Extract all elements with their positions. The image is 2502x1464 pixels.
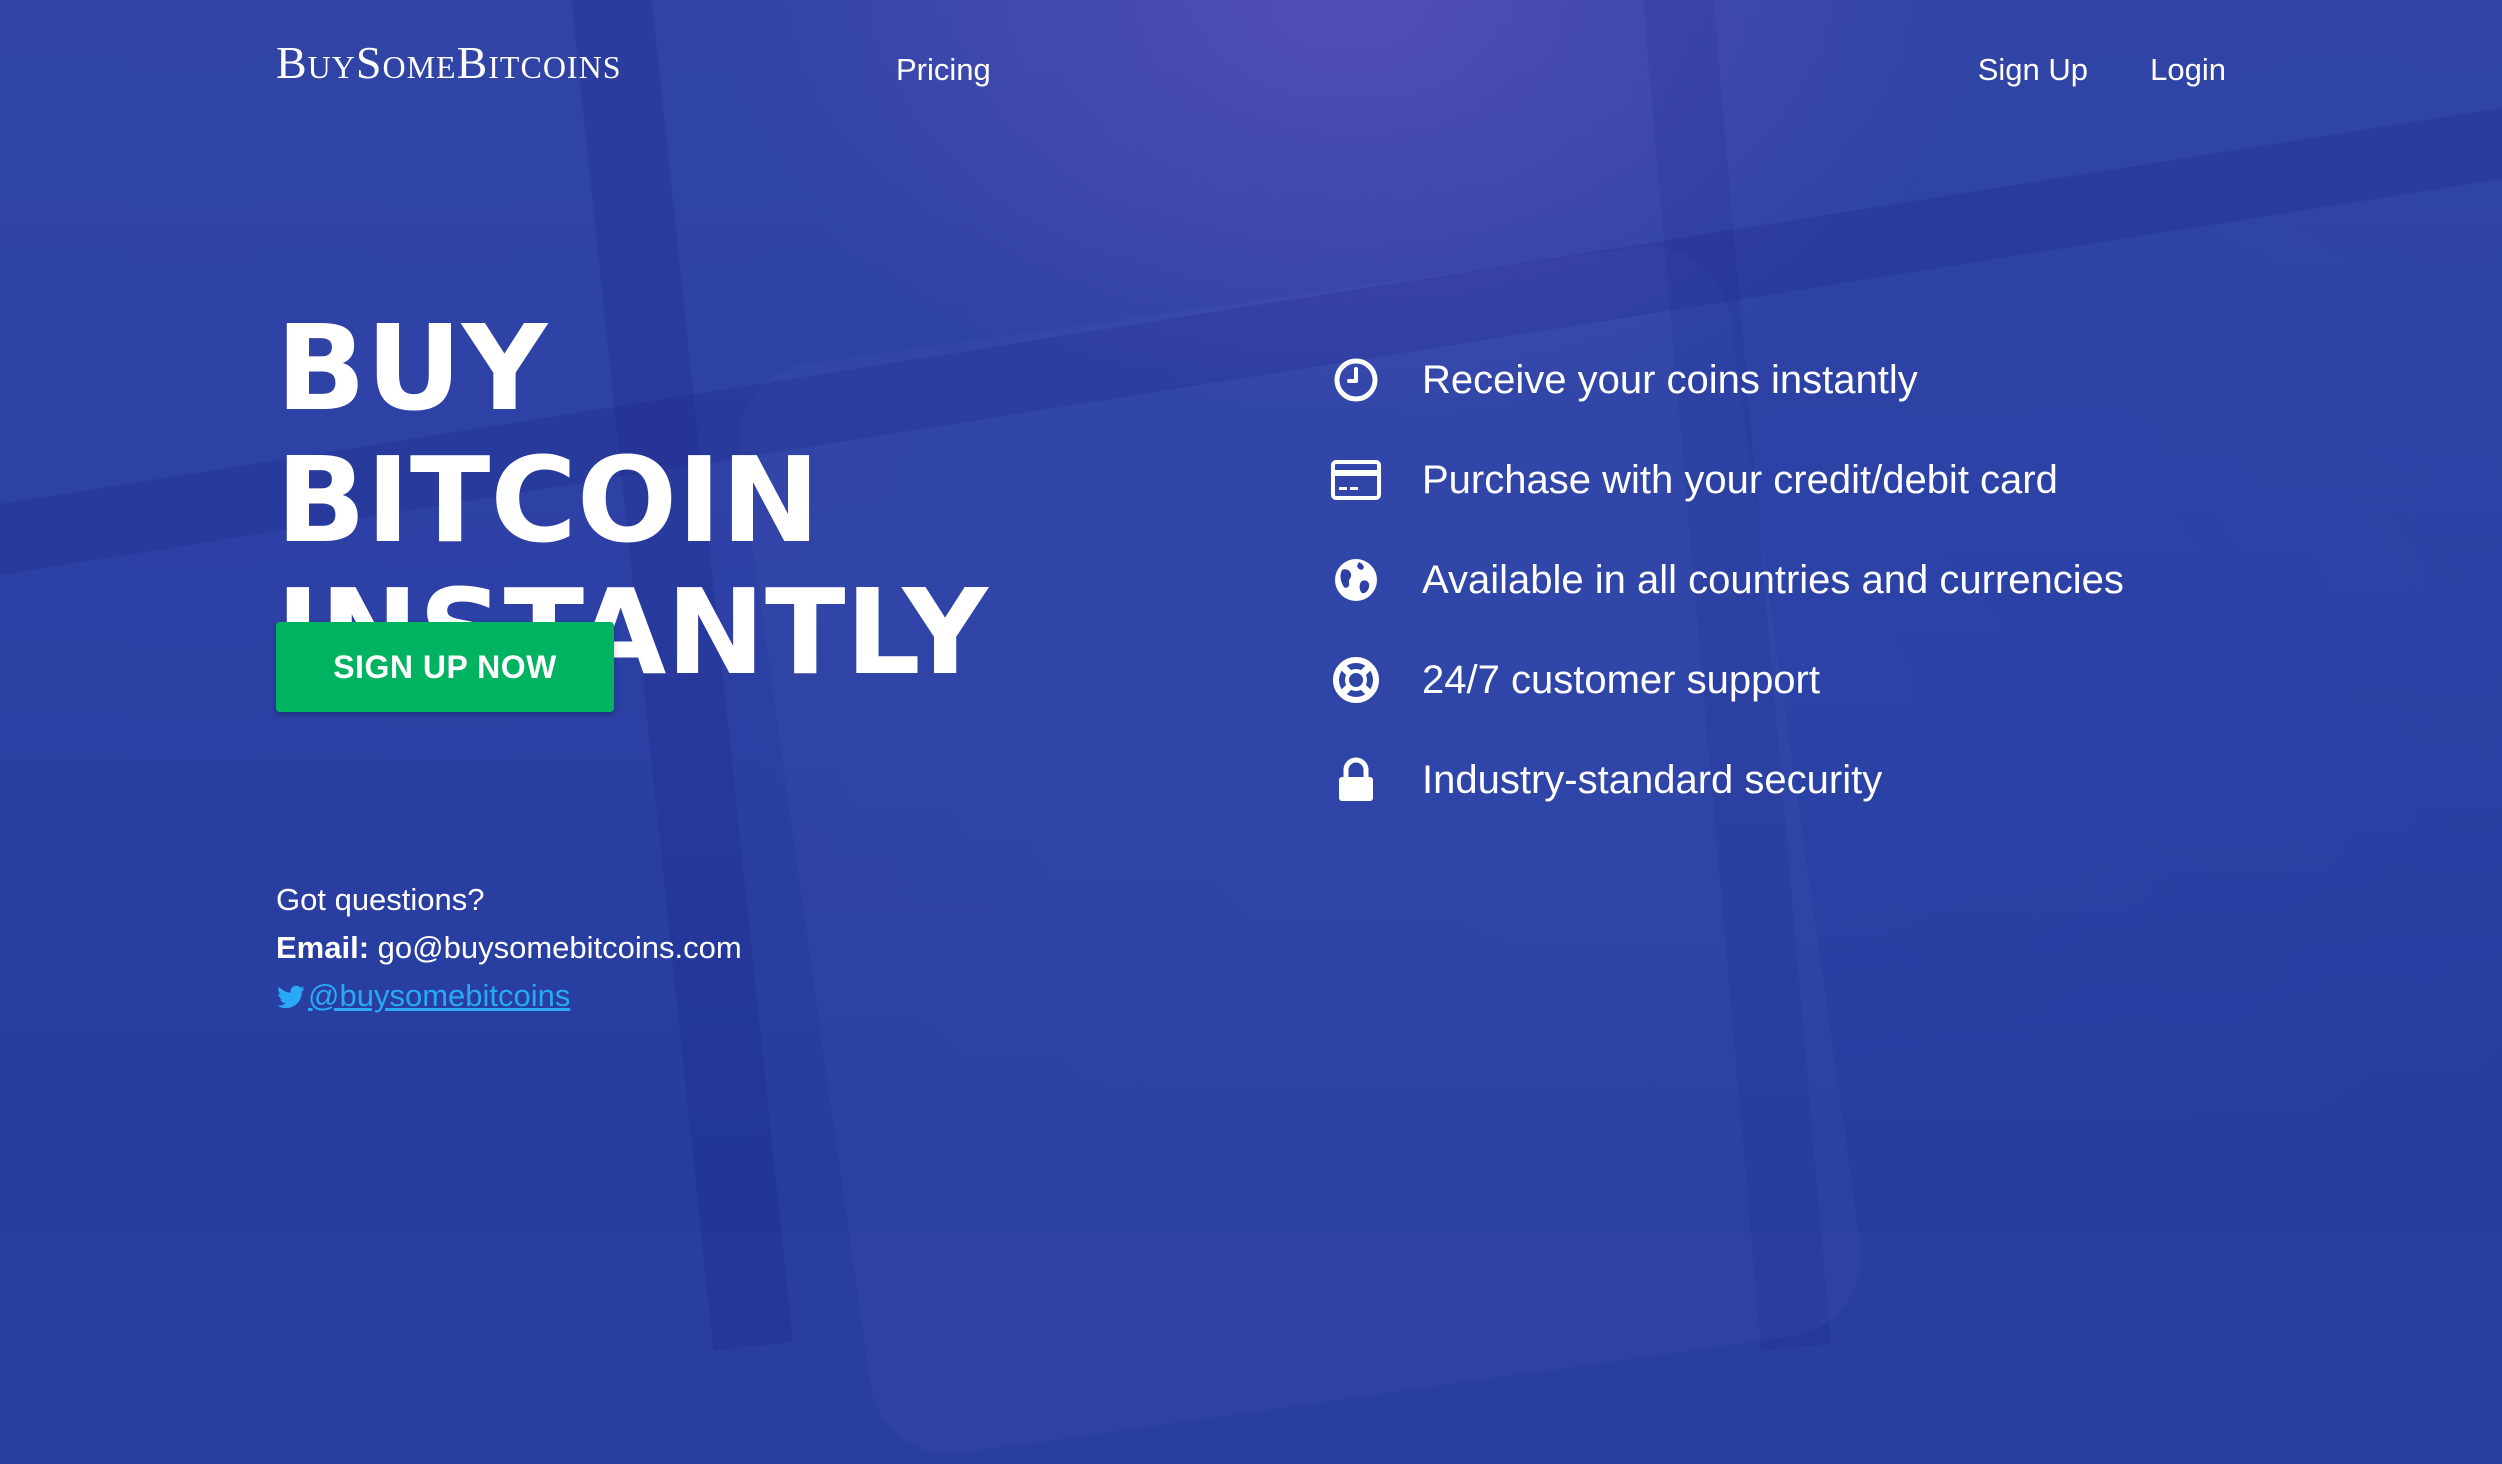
feature-text: Purchase with your credit/debit card [1422,457,2058,502]
nav-login-link[interactable]: Login [2150,52,2226,88]
email-value[interactable]: go@buysomebitcoins.com [378,930,742,965]
email-label: Email: [276,930,370,965]
credit-card-icon [1330,454,1382,506]
site-header: BuySomeBitcoins Pricing Sign Up Login [276,30,2226,120]
contact-question: Got questions? [276,882,485,917]
twitter-icon [277,985,305,1009]
contact-email: Email: go@buysomebitcoins.com [276,924,742,972]
feature-text: Industry-standard security [1422,757,1883,802]
clock-icon [1330,354,1382,406]
twitter-link[interactable]: @buysomebitcoins [276,978,570,1013]
twitter-handle: @buysomebitcoins [308,978,571,1013]
hero-title-line-1: BUY BITCOIN [276,299,820,569]
globe-icon [1330,554,1382,606]
lock-icon [1330,754,1382,806]
feature-item: Available in all countries and currencie… [1330,530,2124,630]
nav-pricing-link[interactable]: Pricing [896,52,991,88]
contact-info: Got questions? Email: go@buysomebitcoins… [276,876,742,1020]
life-ring-icon [1330,654,1382,706]
feature-list: Receive your coins instantly Purchase wi… [1330,330,2124,830]
feature-text: 24/7 customer support [1422,657,1820,702]
feature-item: Receive your coins instantly [1330,330,2124,430]
feature-text: Receive your coins instantly [1422,357,1918,402]
contact-twitter: @buysomebitcoins [276,972,742,1020]
site-logo[interactable]: BuySomeBitcoins [276,36,622,89]
feature-item: Purchase with your credit/debit card [1330,430,2124,530]
feature-text: Available in all countries and currencie… [1422,557,2124,602]
feature-item: Industry-standard security [1330,730,2124,830]
feature-item: 24/7 customer support [1330,630,2124,730]
signup-now-button[interactable]: SIGN UP NOW [276,622,614,712]
nav-signup-link[interactable]: Sign Up [1978,52,2088,88]
